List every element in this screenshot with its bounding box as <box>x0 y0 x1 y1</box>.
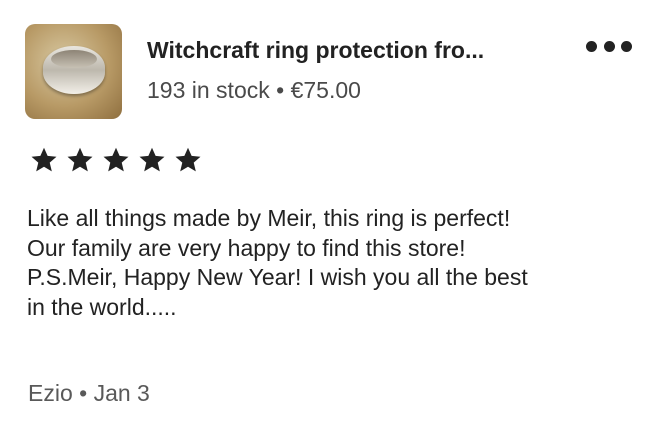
star-icon <box>175 147 201 172</box>
ring-image-inner <box>51 50 97 68</box>
star-icon <box>31 147 57 172</box>
listing-title[interactable]: Witchcraft ring protection fro... <box>147 37 484 64</box>
stock-and-price: 193 in stock • €75.00 <box>147 77 361 103</box>
star-icon <box>103 147 129 172</box>
more-horizontal-icon <box>586 40 597 52</box>
more-options-button[interactable] <box>586 36 632 56</box>
star-rating <box>30 146 202 174</box>
more-horizontal-icon <box>621 40 632 52</box>
review-meta: Ezio • Jan 3 <box>28 380 150 406</box>
star-icon <box>67 147 93 172</box>
review-text: Like all things made by Meir, this ring … <box>27 205 528 320</box>
star-icon <box>139 147 165 172</box>
more-horizontal-icon <box>603 40 615 52</box>
listing-thumbnail[interactable] <box>25 24 122 119</box>
